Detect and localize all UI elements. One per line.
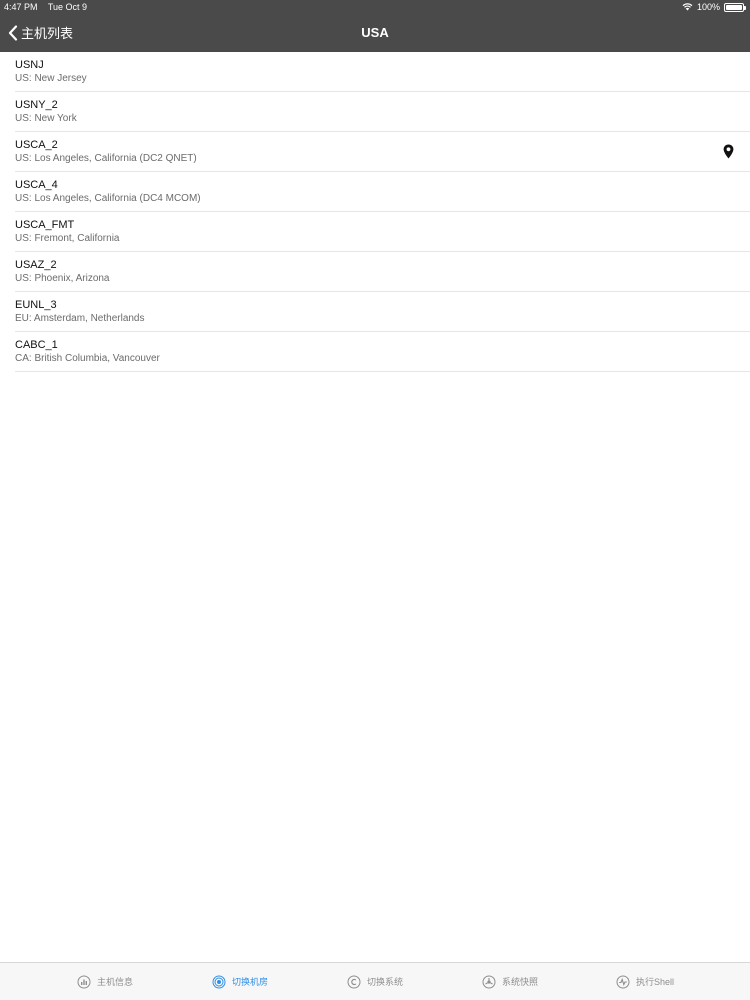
tab-shell[interactable]: 执行Shell xyxy=(578,975,713,989)
datacenter-name: EUNL_3 xyxy=(15,299,57,311)
datacenter-location: EU: Amsterdam, Netherlands xyxy=(15,313,145,324)
datacenter-name: USCA_4 xyxy=(15,179,58,191)
location-pin-icon xyxy=(723,144,734,164)
status-left: 4:47 PM Tue Oct 9 xyxy=(4,2,95,12)
datacenter-location: US: Los Angeles, California (DC4 MCOM) xyxy=(15,193,201,204)
tab-label: 系统快照 xyxy=(501,977,538,987)
datacenter-location: US: Fremont, California xyxy=(15,233,120,244)
tab-label: 主机信息 xyxy=(96,977,133,987)
status-right: 100% xyxy=(682,2,746,12)
datacenter-location: US: New Jersey xyxy=(15,73,87,84)
navigation-bar: 主机列表 USA xyxy=(0,14,750,52)
status-date: Tue Oct 9 xyxy=(47,2,88,12)
top-bar: 4:47 PM Tue Oct 9 100% 主机列表 USA xyxy=(0,0,750,52)
datacenter-name: USCA_2 xyxy=(15,139,58,151)
tab-host-info[interactable]: 主机信息 xyxy=(38,975,173,989)
battery-fill xyxy=(726,4,742,10)
list-item[interactable]: EUNL_3 EU: Amsterdam, Netherlands xyxy=(15,292,750,332)
list-item[interactable]: USCA_4 US: Los Angeles, California (DC4 … xyxy=(15,172,750,212)
switch-system-icon xyxy=(347,975,361,988)
tab-switch-datacenter[interactable]: 切换机房 xyxy=(173,975,308,989)
tab-label: 执行Shell xyxy=(635,977,674,987)
app-window: 4:47 PM Tue Oct 9 100% 主机列表 USA USNJ US:… xyxy=(0,0,750,1000)
list-item[interactable]: CABC_1 CA: British Columbia, Vancouver xyxy=(15,332,750,372)
list-item[interactable]: USCA_2 US: Los Angeles, California (DC2 … xyxy=(15,132,750,172)
status-bar: 4:47 PM Tue Oct 9 100% xyxy=(0,0,750,14)
datacenter-list: USNJ US: New Jersey USNY_2 US: New York … xyxy=(0,52,750,372)
list-item[interactable]: USNJ US: New Jersey xyxy=(15,52,750,92)
status-time: 4:47 PM xyxy=(4,2,38,12)
tab-switch-system[interactable]: 切换系统 xyxy=(308,975,443,989)
datacenter-location: CA: British Columbia, Vancouver xyxy=(15,353,160,364)
datacenter-name: USNJ xyxy=(15,59,44,71)
tab-bar: 主机信息 切换机房 切换系统 系统快照 执行Shell xyxy=(0,962,750,1000)
battery-percent: 100% xyxy=(696,2,720,12)
datacenter-location: US: Phoenix, Arizona xyxy=(15,273,110,284)
list-item[interactable]: USAZ_2 US: Phoenix, Arizona xyxy=(15,252,750,292)
snapshot-icon xyxy=(482,975,496,988)
datacenter-name: CABC_1 xyxy=(15,339,58,351)
wifi-icon xyxy=(682,3,693,11)
datacenter-name: USCA_FMT xyxy=(15,219,75,231)
datacenter-location: US: New York xyxy=(15,113,77,124)
list-item[interactable]: USNY_2 US: New York xyxy=(15,92,750,132)
page-title: USA xyxy=(361,25,389,40)
tab-label: 切换系统 xyxy=(366,977,403,987)
battery-icon xyxy=(724,2,746,12)
datacenter-name: USNY_2 xyxy=(15,99,58,111)
host-info-icon xyxy=(77,975,91,988)
list-item[interactable]: USCA_FMT US: Fremont, California xyxy=(15,212,750,252)
shell-icon xyxy=(616,975,630,988)
datacenter-location: US: Los Angeles, California (DC2 QNET) xyxy=(15,153,197,164)
tab-label: 切换机房 xyxy=(231,977,268,987)
switch-datacenter-icon xyxy=(212,975,226,988)
datacenter-name: USAZ_2 xyxy=(15,259,57,271)
tab-snapshot[interactable]: 系统快照 xyxy=(443,975,578,989)
